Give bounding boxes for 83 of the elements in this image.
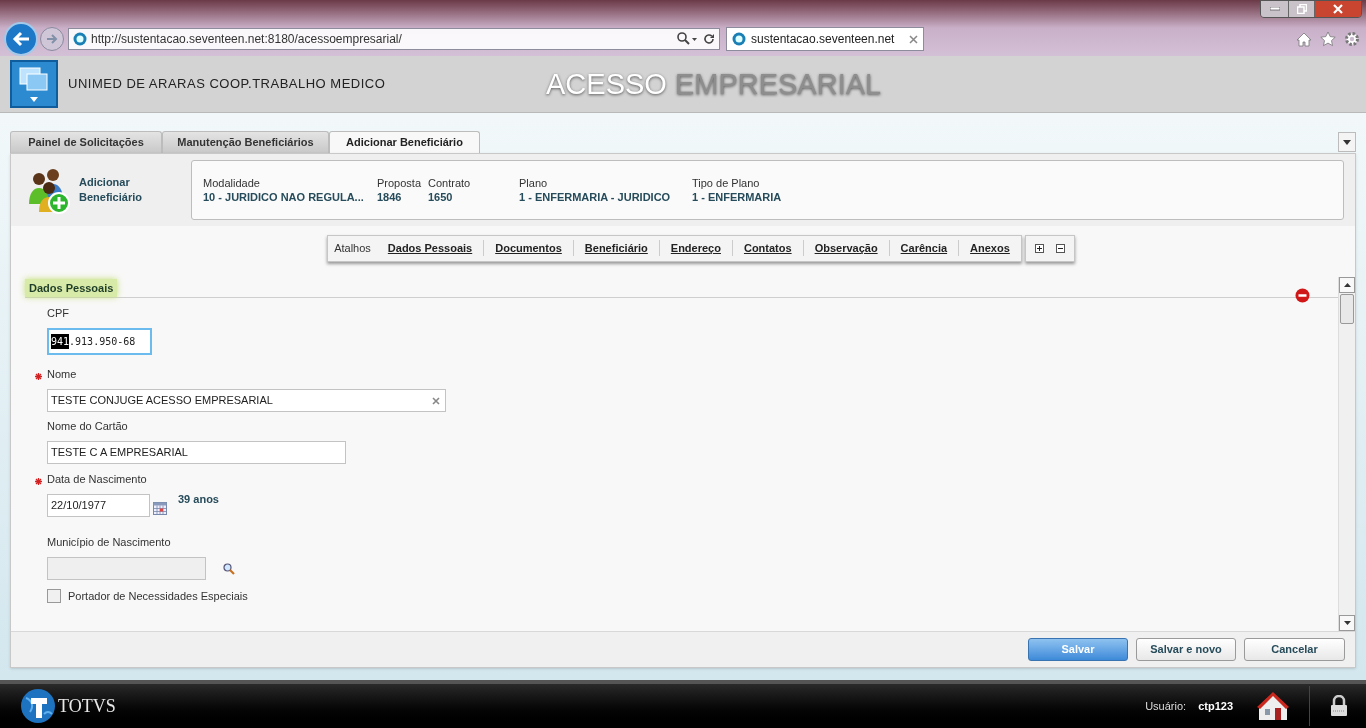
scroll-up-icon[interactable]	[1343, 283, 1351, 287]
required-icon	[35, 373, 42, 380]
text-input[interactable]: TESTE C A EMPRESARIAL	[47, 441, 346, 464]
search-icon[interactable]	[677, 32, 699, 46]
dropdown-icon	[1343, 139, 1351, 145]
back-button[interactable]	[4, 22, 38, 56]
app-title: ACESSO	[546, 69, 667, 99]
field-label: Tipo de Plano	[692, 176, 761, 190]
search-icon[interactable]	[223, 562, 235, 575]
user-name: ctp123	[1198, 698, 1233, 714]
action-button[interactable]: Salvar e novo	[1136, 638, 1236, 661]
shortcut-link[interactable]: Carência	[888, 239, 959, 257]
section-title: Dados Pessoais	[25, 278, 118, 297]
shortcut-link[interactable]: Contatos	[731, 239, 803, 257]
field-label: Data de Nascimento	[47, 471, 147, 487]
calendar-icon[interactable]	[153, 501, 167, 515]
field-value: 1846	[377, 190, 403, 204]
minimize-button[interactable]	[1261, 1, 1289, 17]
site-icon	[732, 32, 746, 46]
field-label: Contrato	[428, 176, 472, 190]
company-name: UNIMED DE ARARAS COOP.TRABALHO MEDICO	[68, 75, 387, 94]
field-value: 10 - JURIDICO NAO REGULA...	[203, 190, 365, 204]
summary-title: Adicionar Beneficiário	[79, 175, 143, 205]
shortcut-label: Atalhos	[333, 240, 372, 256]
tab-menu-button[interactable]	[1338, 132, 1356, 152]
tab-title: sustentacao.seventeen.net	[751, 31, 896, 48]
field-value: 1650	[428, 190, 454, 204]
settings-icon[interactable]	[1344, 31, 1360, 47]
field-value: 1 - ENFERMARIA - JURIDICO	[519, 190, 672, 204]
field-label: CPF	[47, 305, 69, 321]
site-icon	[73, 32, 87, 46]
shortcut-link[interactable]: Anexos	[958, 239, 1021, 257]
app-title: EMPRESARIAL	[674, 69, 882, 99]
shortcut-link[interactable]: Observação	[802, 239, 889, 257]
address-text: http://sustentacao.seventeen.net:8180/acessoempresarial/	[91, 31, 403, 48]
field-label: Plano	[519, 176, 549, 190]
forward-arrow-icon	[46, 34, 58, 44]
cpf-input[interactable]: 941.913.950-68	[47, 328, 152, 355]
house-icon[interactable]	[1255, 690, 1291, 722]
close-button[interactable]	[1315, 1, 1361, 17]
action-button[interactable]: Cancelar	[1244, 638, 1345, 661]
restore-icon	[1296, 4, 1307, 14]
shortcut-link[interactable]: Endereço	[658, 239, 732, 257]
brand-name: TOTVS	[58, 694, 116, 718]
scroll-down-icon[interactable]	[1343, 621, 1351, 625]
page-tab[interactable]: Painel de Solicitações	[10, 131, 162, 153]
clear-icon[interactable]	[432, 396, 440, 405]
minimize-icon	[1269, 7, 1280, 11]
shortcut-link[interactable]: Dados Pessoais	[376, 239, 484, 257]
app-logo-icon	[10, 60, 58, 108]
home-icon[interactable]	[1296, 31, 1312, 47]
scrollbar[interactable]	[1338, 277, 1355, 631]
age-text: 39 anos	[178, 492, 219, 507]
brand-globe-icon	[20, 688, 56, 724]
favorites-star-icon[interactable]	[1320, 31, 1336, 47]
shortcut-link[interactable]: Documentos	[483, 239, 573, 257]
address-bar[interactable]: http://sustentacao.seventeen.net:8180/acessoempresarial/	[68, 28, 720, 50]
refresh-icon[interactable]	[703, 33, 715, 45]
page-tab[interactable]: Manutenção Beneficiários	[162, 131, 329, 153]
page-tab[interactable]: Adicionar Beneficiário	[329, 131, 480, 153]
close-icon	[1333, 4, 1343, 14]
required-icon	[35, 478, 42, 485]
shortcut-link[interactable]: Beneficiário	[572, 239, 659, 257]
expand-icon[interactable]	[1034, 243, 1044, 253]
browser-tab[interactable]: sustentacao.seventeen.net	[726, 27, 924, 51]
remove-section-icon[interactable]	[1295, 288, 1310, 303]
user-label: Usuário:	[1145, 698, 1187, 714]
field-label: Município de Nascimento	[47, 534, 171, 550]
text-input[interactable]: TESTE CONJUGE ACESSO EMPRESARIAL	[47, 389, 446, 412]
close-tab-icon[interactable]	[909, 34, 918, 44]
restore-button[interactable]	[1289, 1, 1315, 17]
collapse-icon[interactable]	[1055, 243, 1065, 253]
lock-icon[interactable]	[1330, 695, 1348, 717]
field-value: 1 - ENFERMARIA	[692, 190, 783, 204]
back-arrow-icon	[12, 31, 30, 47]
scrollbar-thumb[interactable]	[1340, 294, 1354, 324]
field-label: Proposta	[377, 176, 423, 190]
checkbox-label: Portador de Necessidades Especiais	[68, 589, 248, 604]
checkbox[interactable]	[47, 589, 61, 604]
field-label: Nome do Cartão	[47, 418, 128, 434]
field-label: Modalidade	[203, 176, 261, 190]
date-input[interactable]: 22/10/1977	[47, 494, 150, 517]
field-label: Nome	[47, 366, 77, 382]
